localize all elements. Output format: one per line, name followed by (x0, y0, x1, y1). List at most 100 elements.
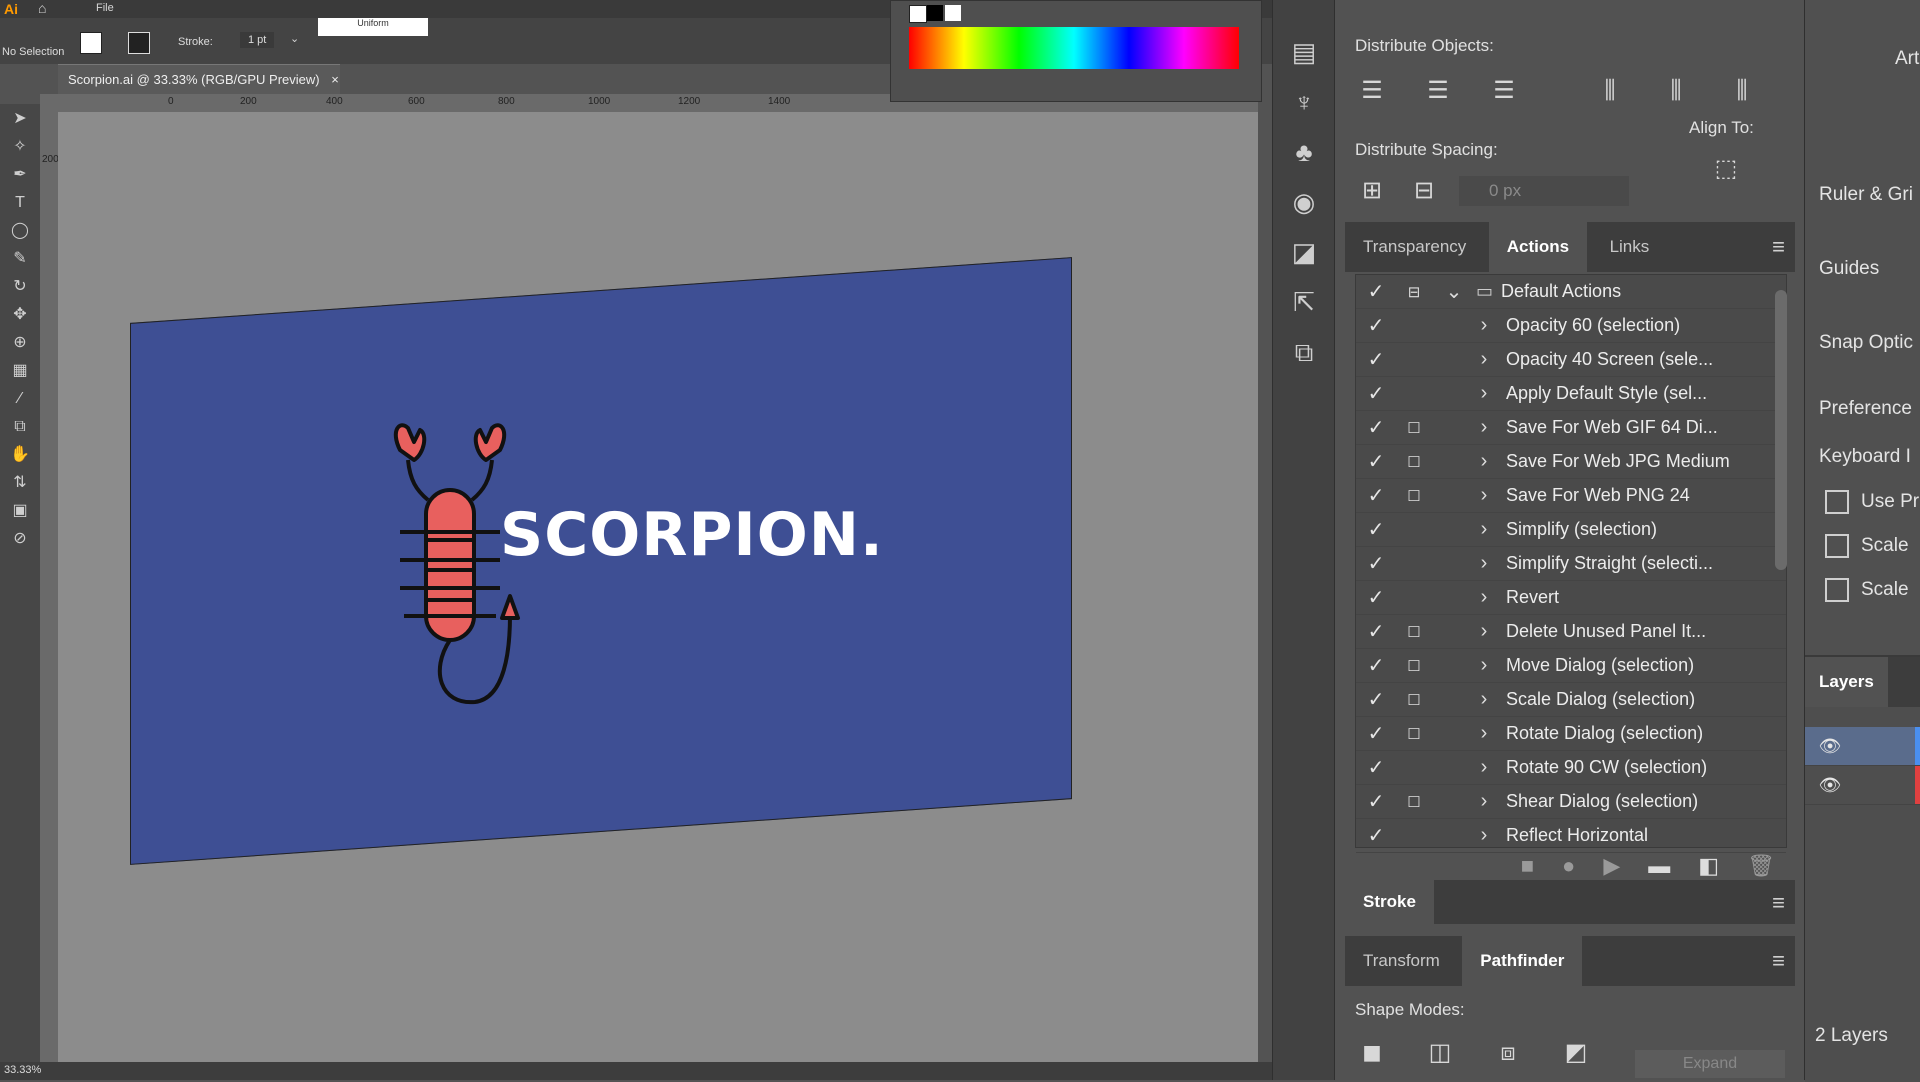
action-row[interactable]: ✓ ☐ › Delete Unused Panel It... (1356, 615, 1786, 649)
vertical-spacing-icon[interactable]: ⊞ (1355, 174, 1389, 208)
chevron-right-icon[interactable]: › (1462, 314, 1506, 337)
minus-front-icon[interactable]: ◫ (1423, 1036, 1457, 1070)
dialog-toggle-icon[interactable]: ☐ (1396, 487, 1432, 505)
swap-icon[interactable]: ⇅ (7, 470, 33, 496)
menu-file[interactable]: File (96, 2, 114, 14)
chevron-right-icon[interactable]: › (1462, 722, 1506, 745)
dialog-toggle-icon[interactable]: ⊟ (1396, 283, 1432, 301)
preferences-label[interactable]: Preference (1819, 398, 1912, 420)
tab-pathfinder[interactable]: Pathfinder (1462, 936, 1583, 986)
brushes-icon[interactable]: ♆ (1286, 84, 1322, 120)
unite-icon[interactable]: ◼ (1355, 1036, 1389, 1070)
check-icon[interactable]: ✓ (1356, 449, 1396, 474)
home-icon[interactable]: ⌂ (38, 0, 46, 16)
artboards-icon[interactable]: ⧉ (1286, 334, 1322, 370)
check-icon[interactable]: ✓ (1356, 823, 1396, 848)
fill-swatch[interactable] (80, 32, 102, 54)
action-row[interactable]: ✓ › Simplify Straight (selecti... (1356, 547, 1786, 581)
check-icon[interactable]: ✓ (1356, 347, 1396, 372)
action-row[interactable]: ✓ ☐ › Move Dialog (selection) (1356, 649, 1786, 683)
chevron-right-icon[interactable]: › (1462, 620, 1506, 643)
hand-tool-icon[interactable]: ✋ (7, 442, 33, 468)
tab-links[interactable]: Links (1592, 222, 1668, 272)
blend-tool-icon[interactable]: ⧉ (7, 414, 33, 440)
checkbox-icon[interactable] (1825, 578, 1849, 602)
color-spectrum[interactable] (909, 27, 1239, 69)
panel-menu-icon[interactable]: ≡ (1772, 948, 1785, 974)
action-row[interactable]: ✓ › Revert (1356, 581, 1786, 615)
checkbox-icon[interactable] (1825, 534, 1849, 558)
dialog-toggle-icon[interactable]: ☐ (1396, 725, 1432, 743)
gradient-tool-icon[interactable]: ▦ (7, 358, 33, 384)
keyboard-shortcuts-label[interactable]: Keyboard I (1819, 446, 1911, 468)
dialog-toggle-icon[interactable]: ☐ (1396, 793, 1432, 811)
check-icon[interactable]: ✓ (1356, 415, 1396, 440)
trash-icon[interactable]: 🗑 (1747, 853, 1775, 879)
chevron-right-icon[interactable]: › (1462, 654, 1506, 677)
selection-tool-icon[interactable]: ➤ (7, 106, 33, 132)
symbols-icon[interactable]: ♣ (1286, 134, 1322, 170)
chevron-down-icon[interactable]: ⌄ (290, 32, 299, 45)
chevron-right-icon[interactable]: › (1462, 416, 1506, 439)
play-icon[interactable]: ▶ (1603, 853, 1620, 879)
action-row[interactable]: ✓ ☐ › Rotate Dialog (selection) (1356, 717, 1786, 751)
tab-transform[interactable]: Transform (1345, 936, 1458, 986)
vertical-ruler[interactable]: 200 (40, 94, 59, 1080)
check-icon[interactable]: ✓ (1356, 721, 1396, 746)
none-swatch[interactable] (909, 5, 927, 23)
distribute-vcenter-icon[interactable]: ☰ (1421, 74, 1455, 108)
action-row[interactable]: ✓ › Opacity 40 Screen (sele... (1356, 343, 1786, 377)
record-icon[interactable]: ● (1562, 853, 1575, 879)
warp-tool-icon[interactable]: ✥ (7, 302, 33, 328)
action-row[interactable]: ✓ › Rotate 90 CW (selection) (1356, 751, 1786, 785)
action-set-row[interactable]: ✓ ⊟ ⌄ ▭ Default Actions (1356, 275, 1786, 309)
magic-wand-icon[interactable]: ✧ (7, 134, 33, 160)
distribute-hcenter-icon[interactable]: ⫼ (1659, 74, 1693, 108)
distribute-right-icon[interactable]: ⫼ (1725, 74, 1759, 108)
align-to-selector-icon[interactable]: ⬚ (1709, 152, 1743, 186)
dialog-toggle-icon[interactable]: ☐ (1396, 419, 1432, 437)
chevron-down-icon[interactable]: ⌄ (1432, 279, 1476, 304)
layer-row[interactable]: 👁 (1805, 727, 1920, 766)
chevron-right-icon[interactable]: › (1462, 688, 1506, 711)
zoom-level[interactable]: 33.33% (4, 1064, 41, 1076)
guides-label[interactable]: Guides (1819, 258, 1879, 280)
exclude-icon[interactable]: ◩ (1559, 1036, 1593, 1070)
horizontal-spacing-icon[interactable]: ⊟ (1407, 174, 1441, 208)
action-row[interactable]: ✓ ☐ › Save For Web GIF 64 Di... (1356, 411, 1786, 445)
type-tool-icon[interactable]: T (7, 190, 33, 216)
check-icon[interactable]: ✓ (1356, 551, 1396, 576)
expand-button[interactable]: Expand (1635, 1050, 1785, 1078)
rotate-tool-icon[interactable]: ↻ (7, 274, 33, 300)
chevron-right-icon[interactable]: › (1462, 518, 1506, 541)
libraries-icon[interactable]: ▤ (1286, 34, 1322, 70)
action-row[interactable]: ✓ › Apply Default Style (sel... (1356, 377, 1786, 411)
stroke-weight-input[interactable]: 1 pt (240, 32, 275, 48)
checkbox-icon[interactable] (1825, 490, 1849, 514)
shape-builder-icon[interactable]: ⊕ (7, 330, 33, 356)
close-icon[interactable]: × (331, 72, 339, 87)
dialog-toggle-icon[interactable]: ☐ (1396, 657, 1432, 675)
snap-options-label[interactable]: Snap Optic (1819, 332, 1913, 354)
brush-tool-icon[interactable]: ✎ (7, 246, 33, 272)
scale-corners-checkbox[interactable]: Scale (1825, 534, 1909, 558)
new-set-folder-icon[interactable]: ▬ (1648, 853, 1670, 879)
chevron-right-icon[interactable]: › (1462, 756, 1506, 779)
distribute-left-icon[interactable]: ⫼ (1593, 74, 1627, 108)
distribute-bottom-icon[interactable]: ☰ (1487, 74, 1521, 108)
eyedropper-icon[interactable]: ⁄ (7, 386, 33, 412)
check-icon[interactable]: ✓ (1356, 789, 1396, 814)
check-icon[interactable]: ✓ (1356, 381, 1396, 406)
none-color-icon[interactable]: ⊘ (7, 526, 33, 552)
new-action-icon[interactable]: ◧ (1698, 853, 1719, 879)
stroke-swatch[interactable] (128, 32, 150, 54)
brush-selector[interactable]: Uniform (318, 18, 428, 36)
action-row[interactable]: ✓ ☐ › Shear Dialog (selection) (1356, 785, 1786, 819)
fill-stroke-icon[interactable]: ▣ (7, 498, 33, 524)
intersect-icon[interactable]: ⧈ (1491, 1036, 1525, 1070)
dialog-toggle-icon[interactable]: ☐ (1396, 453, 1432, 471)
dialog-toggle-icon[interactable]: ☐ (1396, 691, 1432, 709)
use-preview-checkbox[interactable]: Use Pr (1825, 490, 1919, 514)
spacing-input[interactable]: 0 px (1459, 176, 1629, 206)
action-row[interactable]: ✓ › Opacity 60 (selection) (1356, 309, 1786, 343)
